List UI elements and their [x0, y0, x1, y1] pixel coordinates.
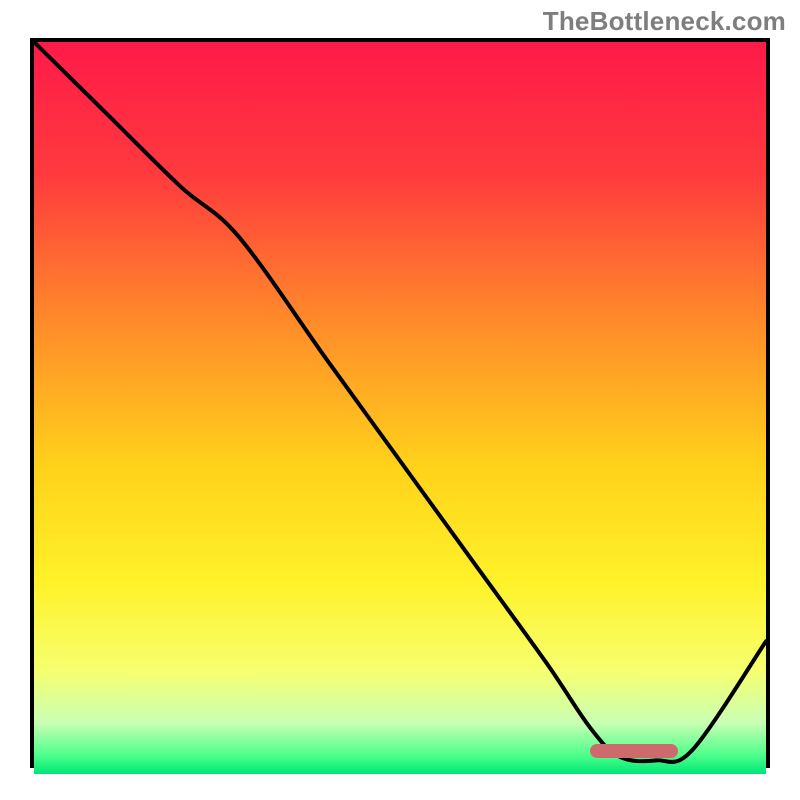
attribution-watermark: TheBottleneck.com: [543, 6, 786, 37]
optimal-range-indicator: [590, 744, 678, 758]
plot-area: [34, 42, 766, 764]
stage: TheBottleneck.com: [0, 0, 800, 800]
bottleneck-curve: [34, 42, 766, 764]
chart-frame: [30, 38, 770, 768]
